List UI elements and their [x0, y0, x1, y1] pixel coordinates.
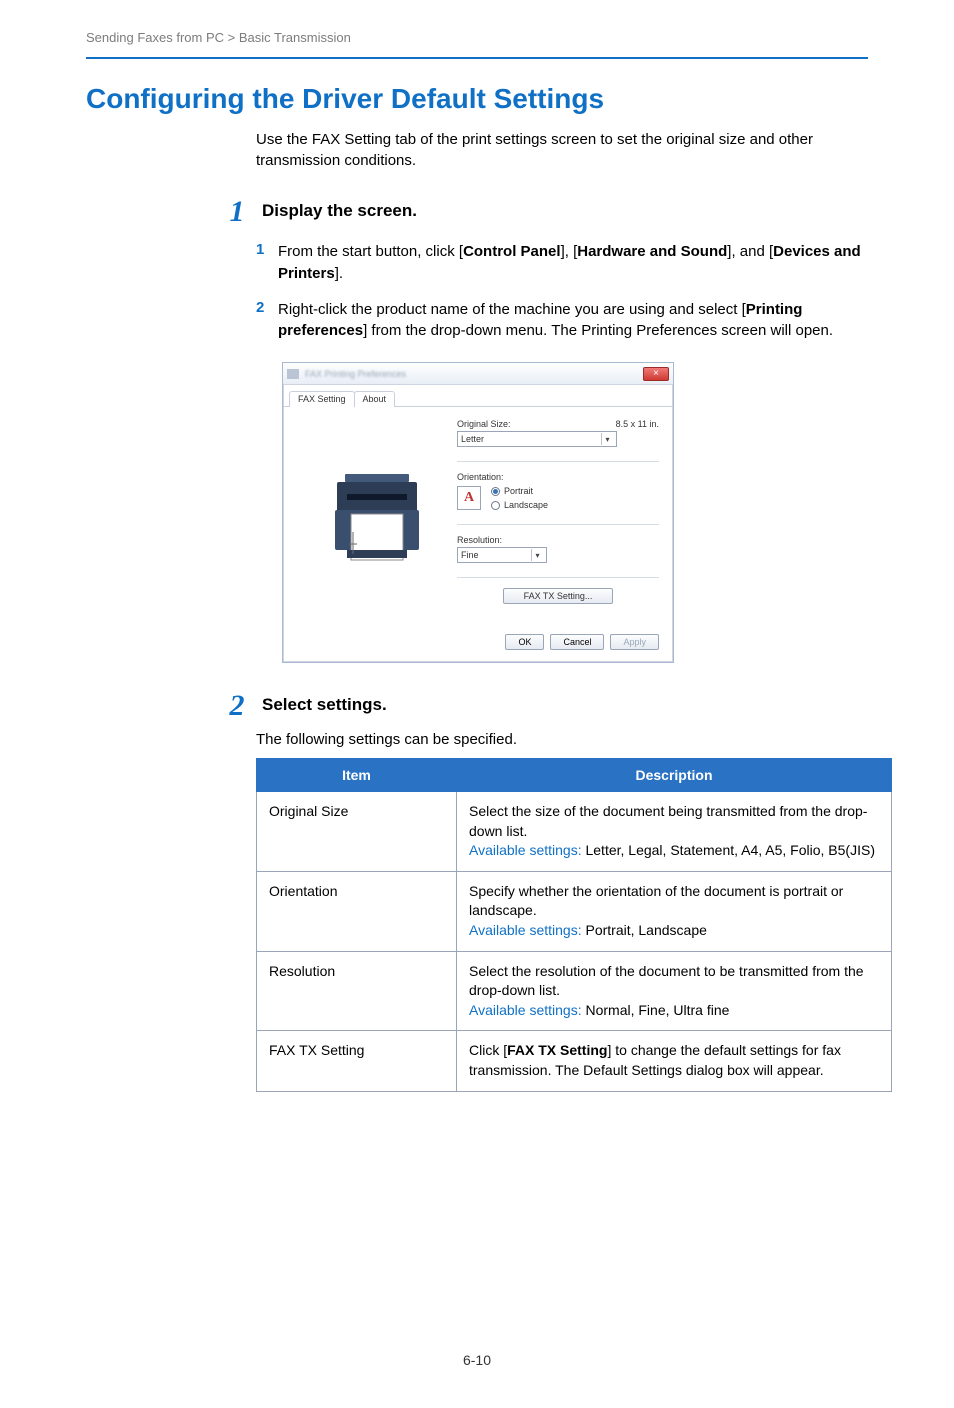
radio-landscape[interactable]: Landscape: [491, 500, 548, 510]
chevron-down-icon: ▾: [531, 549, 543, 561]
divider: [457, 577, 659, 578]
divider-top: [86, 57, 868, 59]
dialog-button-row: OK Cancel Apply: [283, 626, 673, 662]
step-1-heading: Display the screen.: [262, 201, 417, 221]
available-label: Available settings:: [469, 922, 582, 938]
tab-about[interactable]: About: [354, 391, 396, 407]
printer-icon: [317, 454, 437, 584]
step-2: 2 Select settings.: [86, 691, 868, 721]
row-orientation: Orientation: A Portrait Landscape: [457, 472, 659, 510]
window-icon: [287, 369, 299, 379]
substep-1-1-text: From the start button, click [Control Pa…: [278, 241, 868, 285]
step-2-heading: Select settings.: [262, 695, 387, 715]
page-number: 6-10: [86, 1352, 868, 1368]
close-button[interactable]: ×: [643, 367, 669, 381]
original-size-dropdown[interactable]: Letter ▾: [457, 431, 617, 447]
cell-item: Resolution: [257, 951, 457, 1031]
table-row: Resolution Select the resolution of the …: [257, 951, 892, 1031]
text: ], [: [561, 243, 578, 260]
substep-1-1-number: 1: [256, 241, 278, 258]
table-row: FAX TX Setting Click [FAX TX Setting] to…: [257, 1031, 892, 1091]
chevron-down-icon: ▾: [601, 433, 613, 445]
row-resolution: Resolution: Fine ▾: [457, 535, 659, 563]
text: Select the resolution of the document to…: [469, 963, 864, 999]
text: Click [: [469, 1042, 507, 1058]
text: Select the size of the document being tr…: [469, 803, 867, 839]
col-description: Description: [457, 759, 892, 792]
available-label: Available settings:: [469, 842, 582, 858]
available-label: Available settings:: [469, 1002, 582, 1018]
row-original-size: Original Size: 8.5 x 11 in. Letter ▾: [457, 419, 659, 447]
breadcrumb: Sending Faxes from PC > Basic Transmissi…: [86, 30, 868, 45]
ok-button[interactable]: OK: [505, 634, 544, 650]
dialog-tabs: FAX Setting About: [283, 385, 673, 407]
text: ].: [335, 265, 343, 282]
text: ], and [: [727, 243, 773, 260]
row-faxtx: FAX TX Setting...: [457, 588, 659, 604]
dialog-screenshot: FAX Printing Preferences × FAX Setting A…: [282, 362, 868, 663]
label-resolution: Resolution:: [457, 535, 659, 545]
dialog-preview-pane: [297, 419, 457, 618]
col-item: Item: [257, 759, 457, 792]
fax-tx-setting-button[interactable]: FAX TX Setting...: [503, 588, 613, 604]
substep-1-2-number: 2: [256, 299, 278, 316]
radio-icon: [491, 501, 500, 510]
orientation-preview-icon: A: [457, 486, 481, 510]
intro-text: Use the FAX Setting tab of the print set…: [256, 129, 868, 171]
cell-desc: Select the size of the document being tr…: [457, 792, 892, 872]
tab-fax-setting[interactable]: FAX Setting: [289, 391, 355, 407]
table-header-row: Item Description: [257, 759, 892, 792]
available-values: Letter, Legal, Statement, A4, A5, Folio,…: [582, 842, 875, 858]
kw-hardware-sound: Hardware and Sound: [577, 243, 727, 260]
radio-icon: [491, 487, 500, 496]
cancel-button[interactable]: Cancel: [550, 634, 604, 650]
step-2-body: The following settings can be specified.: [256, 731, 868, 748]
original-size-value: Letter: [461, 434, 484, 444]
text: Right-click the product name of the mach…: [278, 301, 746, 318]
available-values: Normal, Fine, Ultra fine: [582, 1002, 730, 1018]
table-row: Original Size Select the size of the doc…: [257, 792, 892, 872]
radio-portrait[interactable]: Portrait: [491, 486, 548, 496]
cell-desc: Select the resolution of the document to…: [457, 951, 892, 1031]
step-1-substeps: 1 From the start button, click [Control …: [256, 241, 868, 342]
kw-control-panel: Control Panel: [463, 243, 561, 260]
radio-portrait-label: Portrait: [504, 486, 533, 496]
text: ] from the drop-down menu. The Printing …: [363, 322, 833, 339]
text: From the start button, click [: [278, 243, 463, 260]
resolution-dropdown[interactable]: Fine ▾: [457, 547, 547, 563]
text: Specify whether the orientation of the d…: [469, 883, 843, 919]
step-1: 1 Display the screen.: [86, 197, 868, 227]
radio-landscape-label: Landscape: [504, 500, 548, 510]
step-1-number: 1: [220, 197, 254, 227]
cell-item: FAX TX Setting: [257, 1031, 457, 1091]
cell-desc: Click [FAX TX Setting] to change the def…: [457, 1031, 892, 1091]
divider: [457, 461, 659, 462]
substep-1-2-text: Right-click the product name of the mach…: [278, 299, 868, 343]
divider: [457, 524, 659, 525]
dialog-body: Original Size: 8.5 x 11 in. Letter ▾ Ori…: [283, 407, 673, 626]
dialog-titlebar: FAX Printing Preferences ×: [283, 363, 673, 385]
kw-fax-tx-setting: FAX TX Setting: [507, 1042, 607, 1058]
dialog-controls: Original Size: 8.5 x 11 in. Letter ▾ Ori…: [457, 419, 659, 618]
table-row: Orientation Specify whether the orientat…: [257, 871, 892, 951]
cell-item: Original Size: [257, 792, 457, 872]
settings-table: Item Description Original Size Select th…: [256, 758, 892, 1092]
original-size-dimensions: 8.5 x 11 in.: [616, 419, 659, 429]
label-orientation: Orientation:: [457, 472, 659, 482]
step-2-number: 2: [220, 691, 254, 721]
resolution-value: Fine: [461, 550, 479, 560]
apply-button[interactable]: Apply: [610, 634, 659, 650]
page-title: Configuring the Driver Default Settings: [86, 83, 868, 115]
dialog-title: FAX Printing Preferences: [305, 369, 406, 379]
cell-desc: Specify whether the orientation of the d…: [457, 871, 892, 951]
substep-1-2: 2 Right-click the product name of the ma…: [256, 299, 868, 343]
cell-item: Orientation: [257, 871, 457, 951]
label-original-size: Original Size:: [457, 419, 511, 429]
substep-1-1: 1 From the start button, click [Control …: [256, 241, 868, 285]
page: Sending Faxes from PC > Basic Transmissi…: [0, 0, 954, 1408]
available-values: Portrait, Landscape: [582, 922, 707, 938]
printing-preferences-dialog: FAX Printing Preferences × FAX Setting A…: [282, 362, 674, 663]
